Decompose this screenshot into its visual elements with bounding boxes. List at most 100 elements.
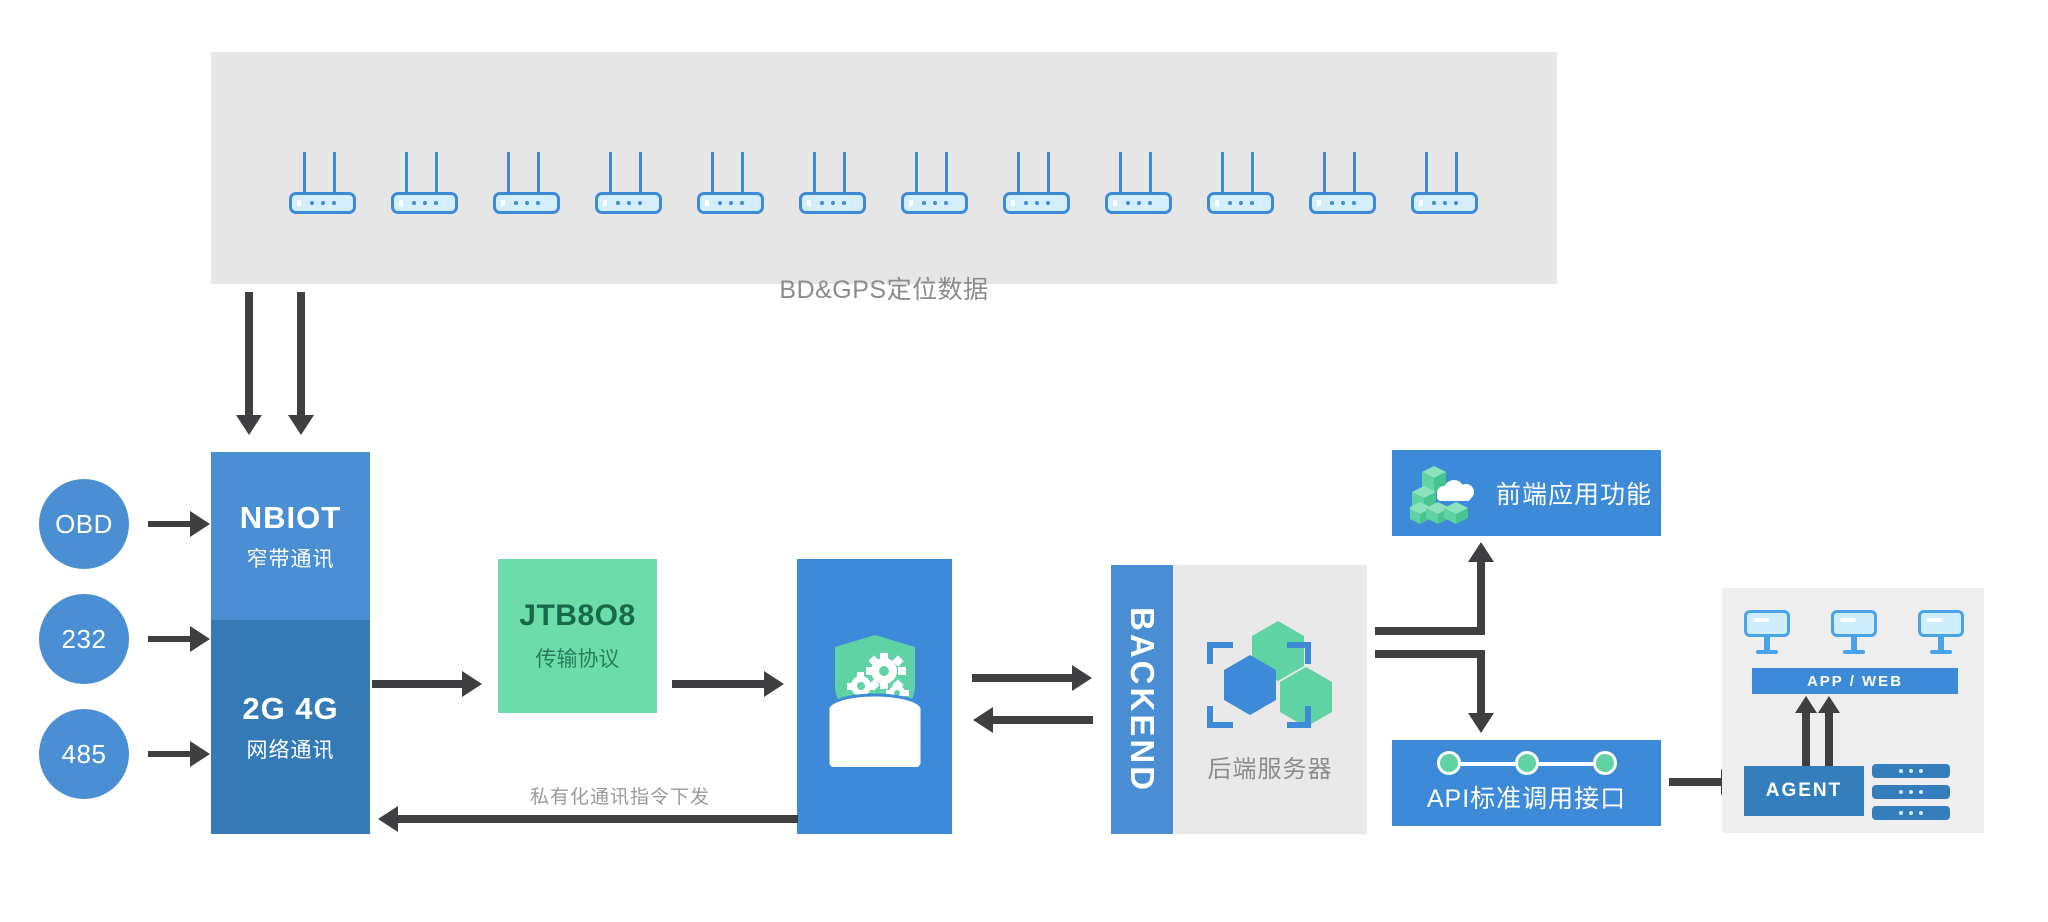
server-rack-icon bbox=[1872, 764, 1950, 820]
router-body bbox=[493, 192, 560, 214]
router-dot bbox=[1431, 201, 1436, 205]
router-led bbox=[399, 200, 403, 206]
router-led bbox=[1419, 200, 1423, 206]
input-node-485[interactable]: 485 bbox=[39, 709, 129, 799]
monitor-foot bbox=[1756, 650, 1778, 654]
private-command-arrow-head bbox=[378, 806, 398, 832]
rack-dot bbox=[1919, 769, 1923, 773]
comm-lte-subtitle: 网络通讯 bbox=[246, 738, 335, 762]
backend-spine-label: BACKEND bbox=[1124, 606, 1161, 793]
router-dot bbox=[1034, 201, 1039, 205]
router-icon bbox=[391, 152, 458, 214]
router-body bbox=[391, 192, 458, 214]
rack-dot bbox=[1919, 790, 1923, 794]
comm-block-nbiot[interactable]: NBIOT 窄带通讯 bbox=[211, 452, 370, 620]
api-block[interactable]: API标准调用接口 bbox=[1392, 740, 1661, 826]
router-dot bbox=[1329, 201, 1334, 205]
router-dot bbox=[309, 201, 314, 205]
agent-to-appweb-stem-1 bbox=[1802, 710, 1810, 768]
appweb-bar[interactable]: APP / WEB bbox=[1752, 668, 1958, 694]
platform-to-backend-arrow-head bbox=[1072, 665, 1092, 691]
backend-to-platform-arrow-head bbox=[973, 707, 993, 733]
input-node-label: 485 bbox=[61, 738, 107, 769]
router-led bbox=[1011, 200, 1015, 206]
data-platform-block[interactable] bbox=[797, 559, 952, 834]
antenna-left bbox=[1017, 152, 1020, 192]
router-body bbox=[1411, 192, 1478, 214]
monitor-icon bbox=[1831, 610, 1877, 660]
router-led bbox=[705, 200, 709, 206]
router-dot bbox=[717, 201, 722, 205]
router-dot bbox=[739, 201, 744, 205]
router-dot bbox=[932, 201, 937, 205]
router-icon bbox=[289, 152, 356, 214]
router-dot bbox=[1227, 201, 1232, 205]
rack-dot bbox=[1909, 811, 1913, 815]
rack-dot bbox=[1909, 790, 1913, 794]
antenna-right bbox=[333, 152, 336, 192]
backend-caption: 后端服务器 bbox=[1207, 756, 1333, 783]
downlink-arrow-head-2 bbox=[288, 415, 314, 435]
database-shield-gears-icon bbox=[826, 634, 923, 767]
comm-to-protocol-arrow-stem bbox=[372, 680, 462, 688]
rs485-arrow-stem bbox=[148, 751, 190, 757]
protocol-block[interactable]: JTB8O8 传输协议 bbox=[498, 559, 657, 713]
router-icon bbox=[1207, 152, 1274, 214]
router-body bbox=[289, 192, 356, 214]
antenna-left bbox=[813, 152, 816, 192]
agent-label: AGENT bbox=[1765, 780, 1843, 801]
router-dot bbox=[1249, 201, 1254, 205]
protocol-to-platform-arrow-head bbox=[764, 671, 784, 697]
chain-node bbox=[1436, 751, 1461, 775]
router-icon bbox=[493, 152, 560, 214]
cloud-cubes-icon bbox=[1410, 466, 1474, 524]
antenna-right bbox=[1353, 152, 1356, 192]
antenna-left bbox=[609, 152, 612, 192]
antenna-left bbox=[711, 152, 714, 192]
monitor-gleam bbox=[1927, 618, 1943, 622]
communication-stack: NBIOT 窄带通讯 2G 4G 网络通讯 bbox=[211, 452, 370, 834]
rack-dot bbox=[1899, 769, 1903, 773]
router-dot bbox=[615, 201, 620, 205]
hexagon-cluster-scan-icon bbox=[1207, 621, 1332, 728]
router-body bbox=[697, 192, 764, 214]
agent-box[interactable]: AGENT bbox=[1744, 766, 1864, 816]
rack-dot bbox=[1909, 769, 1913, 773]
router-icon bbox=[901, 152, 968, 214]
backend-to-api-arrow-head bbox=[1468, 713, 1494, 733]
router-dot bbox=[1023, 201, 1028, 205]
monitor-row bbox=[1744, 608, 1964, 660]
chain-node bbox=[1592, 751, 1617, 775]
agent-to-appweb-stem-2 bbox=[1825, 710, 1833, 768]
router-dot bbox=[411, 201, 416, 205]
antenna-right bbox=[843, 152, 846, 192]
router-dot bbox=[1351, 201, 1356, 205]
antenna-right bbox=[1455, 152, 1458, 192]
router-body bbox=[1003, 192, 1070, 214]
downlink-arrow-head-1 bbox=[236, 415, 262, 435]
router-dot bbox=[1147, 201, 1152, 205]
router-dot bbox=[819, 201, 824, 205]
client-panel: APP / WEB AGENT bbox=[1722, 588, 1984, 833]
comm-block-lte[interactable]: 2G 4G 网络通讯 bbox=[211, 620, 370, 834]
router-body bbox=[595, 192, 662, 214]
router-dot bbox=[1045, 201, 1050, 205]
agent-to-appweb-head-1 bbox=[1795, 696, 1817, 713]
router-row bbox=[211, 150, 1557, 214]
monitor-foot bbox=[1843, 650, 1865, 654]
input-node-obd[interactable]: OBD bbox=[39, 479, 129, 569]
monitor-screen bbox=[1744, 610, 1790, 637]
router-icon bbox=[1003, 152, 1070, 214]
agent-to-appweb-head-2 bbox=[1818, 696, 1840, 713]
backend-block[interactable]: BACKEND 后端服务器 bbox=[1111, 565, 1367, 834]
router-dot bbox=[331, 201, 336, 205]
input-node-label: 232 bbox=[61, 623, 107, 654]
router-dot bbox=[943, 201, 948, 205]
router-dot bbox=[513, 201, 518, 205]
router-led bbox=[603, 200, 607, 206]
router-led bbox=[807, 200, 811, 206]
frontend-app-block[interactable]: 前端应用功能 bbox=[1392, 450, 1661, 536]
sensor-panel-caption: BD&GPS定位数据 bbox=[779, 276, 989, 304]
router-icon bbox=[697, 152, 764, 214]
input-node-232[interactable]: 232 bbox=[39, 594, 129, 684]
